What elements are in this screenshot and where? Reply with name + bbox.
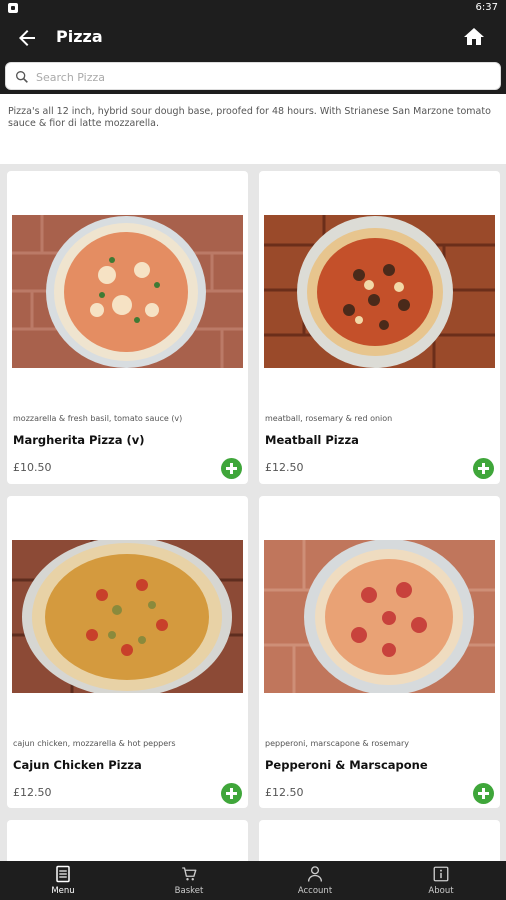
- add-to-basket-icon[interactable]: [473, 783, 494, 804]
- home-icon[interactable]: [462, 25, 486, 49]
- about-icon: [433, 866, 449, 882]
- product-name: Pepperoni & Marscapone: [265, 758, 428, 772]
- notification-icon: [8, 3, 18, 13]
- product-card[interactable]: meatball, rosemary & red onion Meatball …: [259, 171, 500, 484]
- add-to-basket-icon[interactable]: [221, 458, 242, 479]
- account-icon: [307, 866, 323, 882]
- nav-item-menu[interactable]: Menu: [0, 861, 126, 900]
- status-time: 6:37: [475, 2, 498, 13]
- product-price: £10.50: [13, 461, 52, 474]
- menu-icon: [56, 865, 70, 883]
- nav-label-account: Account: [297, 886, 333, 896]
- status-bar: 6:37: [0, 0, 506, 16]
- product-subtitle: mozzarella & fresh basil, tomato sauce (…: [13, 414, 183, 423]
- add-to-basket-icon[interactable]: [221, 783, 242, 804]
- nav-label-basket: Basket: [174, 886, 204, 896]
- add-to-basket-icon[interactable]: [473, 458, 494, 479]
- product-image: [264, 540, 495, 693]
- product-image: [264, 215, 495, 368]
- nav-item-account[interactable]: Account: [252, 861, 378, 900]
- product-name: Margherita Pizza (v): [13, 433, 145, 447]
- product-image: [12, 540, 243, 693]
- search-input[interactable]: [34, 66, 488, 88]
- product-subtitle: pepperoni, marscapone & rosemary: [265, 739, 410, 748]
- search-icon: [15, 71, 28, 83]
- app-bar: Pizza: [0, 16, 506, 60]
- product-name: Meatball Pizza: [265, 433, 359, 447]
- back-arrow-icon[interactable]: [15, 26, 39, 50]
- search-box: [5, 62, 501, 90]
- product-name: Cajun Chicken Pizza: [13, 758, 142, 772]
- product-card[interactable]: pepperoni, marscapone & rosemary Peppero…: [259, 496, 500, 808]
- product-price: £12.50: [13, 786, 52, 799]
- product-price: £12.50: [265, 461, 304, 474]
- product-card[interactable]: mozzarella & fresh basil, tomato sauce (…: [7, 171, 248, 484]
- basket-icon: [182, 867, 197, 881]
- category-description: Pizza's all 12 inch, hybrid sour dough b…: [0, 94, 506, 164]
- nav-item-basket[interactable]: Basket: [126, 861, 252, 900]
- product-subtitle: meatball, rosemary & red onion: [265, 414, 393, 423]
- product-card[interactable]: cajun chicken, mozzarella & hot peppers …: [7, 496, 248, 808]
- product-image: [12, 215, 243, 368]
- nav-item-about[interactable]: About: [378, 861, 504, 900]
- product-subtitle: cajun chicken, mozzarella & hot peppers: [13, 739, 176, 748]
- search-bar: [0, 60, 506, 94]
- page-title: Pizza: [56, 27, 103, 46]
- description-text: Pizza's all 12 inch, hybrid sour dough b…: [8, 106, 491, 129]
- bottom-nav: Menu Basket Account About: [0, 861, 506, 900]
- product-price: £12.50: [265, 786, 304, 799]
- nav-label-about: About: [428, 886, 454, 896]
- nav-label-menu: Menu: [51, 886, 75, 896]
